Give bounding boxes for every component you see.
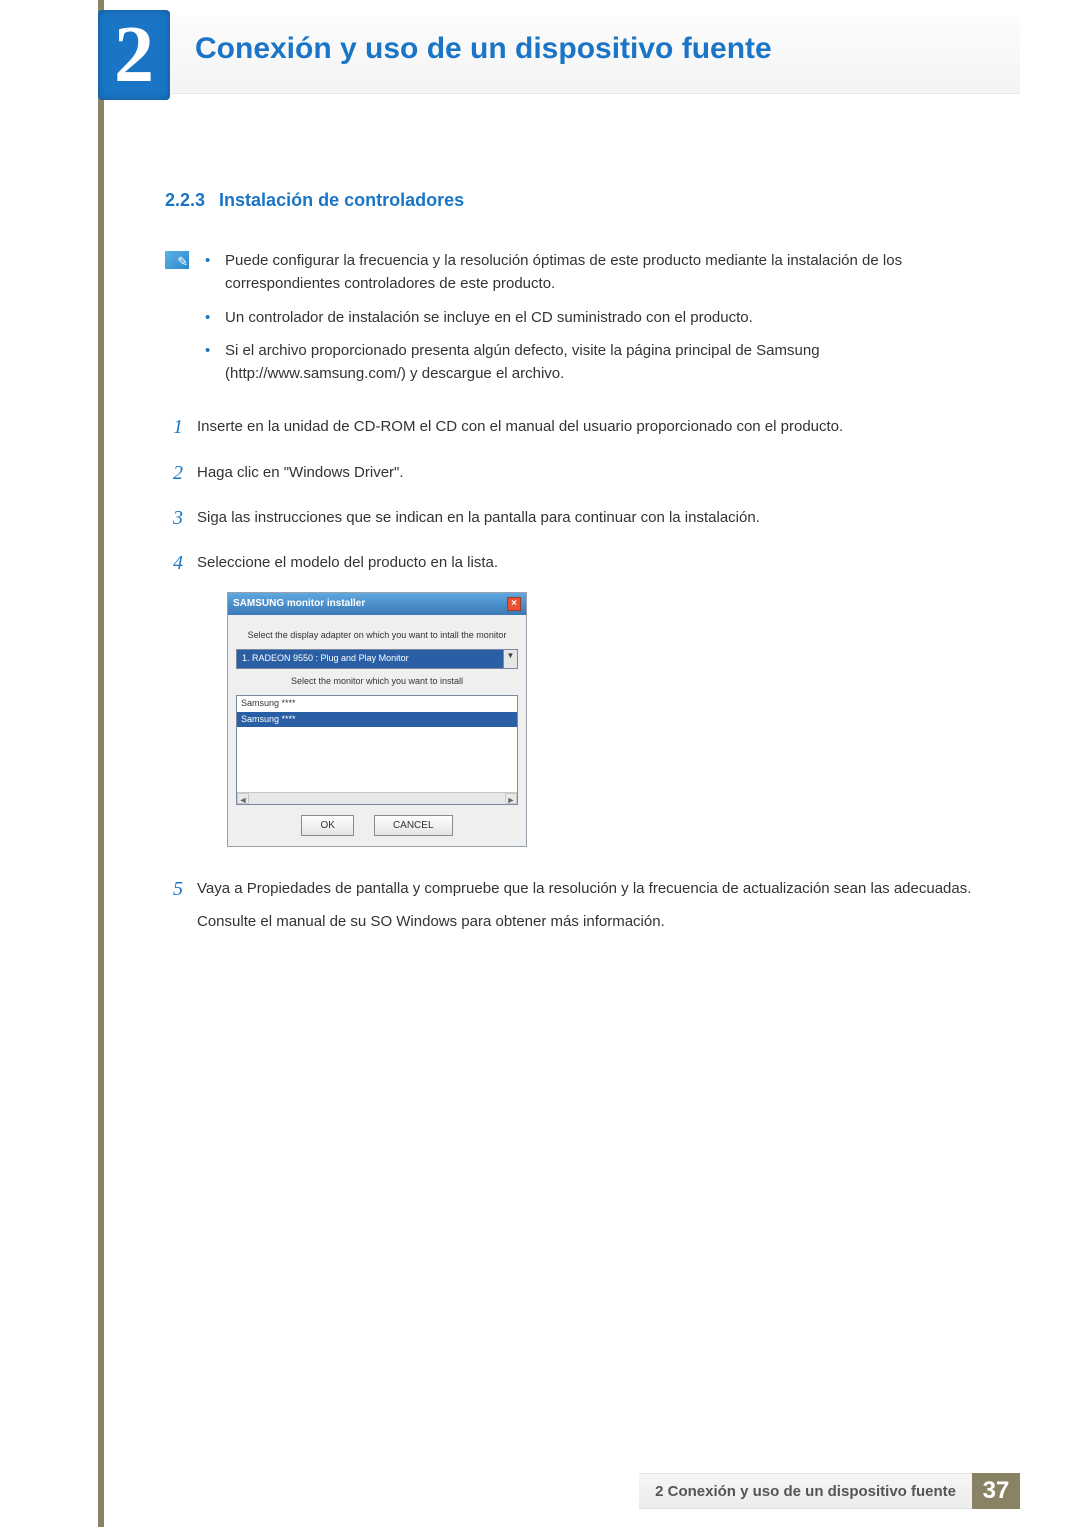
page-number: 37 — [972, 1473, 1020, 1509]
note-item: Si el archivo proporcionado presenta alg… — [205, 339, 1000, 386]
step-item: 2 Haga clic en "Windows Driver". — [165, 461, 1000, 494]
step-number: 5 — [165, 877, 183, 944]
ok-button[interactable]: OK — [301, 815, 353, 837]
chapter-title: Conexión y uso de un dispositivo fuente — [195, 32, 772, 66]
chevron-down-icon[interactable]: ▼ — [503, 650, 517, 668]
note-item: Puede configurar la frecuencia y la reso… — [205, 249, 1000, 296]
scroll-left-icon[interactable]: ◄ — [237, 793, 249, 804]
dialog-body: Select the display adapter on which you … — [228, 615, 526, 846]
list-item[interactable]: Samsung **** — [237, 696, 517, 712]
dialog-label-adapter: Select the display adapter on which you … — [236, 629, 518, 643]
steps-list: 1 Inserte en la unidad de CD-ROM el CD c… — [165, 415, 1000, 943]
list-item[interactable]: Samsung **** — [237, 712, 517, 728]
content-area: 2.2.3 Instalación de controladores Puede… — [165, 190, 1000, 956]
step-text: Siga las instrucciones que se indican en… — [197, 506, 760, 529]
section-title: Instalación de controladores — [219, 190, 464, 211]
step-number: 3 — [165, 506, 183, 539]
chapter-number-box: 2 — [98, 10, 170, 100]
left-stripe — [98, 0, 104, 1527]
step-number: 4 — [165, 551, 183, 865]
cancel-button[interactable]: CANCEL — [374, 815, 453, 837]
adapter-select[interactable]: 1. RADEON 9550 : Plug and Play Monitor ▼ — [236, 649, 518, 669]
dialog-titlebar: SAMSUNG monitor installer × — [228, 593, 526, 615]
page-footer: 2 Conexión y uso de un dispositivo fuent… — [639, 1473, 1020, 1509]
step-item: 4 Seleccione el modelo del producto en l… — [165, 551, 1000, 865]
note-item: Un controlador de instalación se incluye… — [205, 306, 1000, 329]
section-heading: 2.2.3 Instalación de controladores — [165, 190, 1000, 211]
step-text: Inserte en la unidad de CD-ROM el CD con… — [197, 415, 843, 438]
step-text: Haga clic en "Windows Driver". — [197, 461, 404, 484]
dialog-label-monitor: Select the monitor which you want to ins… — [236, 675, 518, 689]
footer-text: 2 Conexión y uso de un dispositivo fuent… — [639, 1473, 972, 1509]
dialog-buttons: OK CANCEL — [236, 815, 518, 837]
step-item: 3 Siga las instrucciones que se indican … — [165, 506, 1000, 539]
step-number: 2 — [165, 461, 183, 494]
section-number: 2.2.3 — [165, 190, 205, 211]
step-item: 1 Inserte en la unidad de CD-ROM el CD c… — [165, 415, 1000, 448]
step-item: 5 Vaya a Propiedades de pantalla y compr… — [165, 877, 1000, 944]
adapter-select-value: 1. RADEON 9550 : Plug and Play Monitor — [237, 650, 503, 668]
chapter-number: 2 — [114, 15, 154, 95]
step-text: Vaya a Propiedades de pantalla y comprue… — [197, 877, 971, 900]
close-icon[interactable]: × — [507, 597, 521, 611]
note-icon — [165, 251, 189, 269]
step-extra-text: Consulte el manual de su SO Windows para… — [197, 910, 971, 933]
dialog-title: SAMSUNG monitor installer — [233, 596, 365, 612]
scroll-right-icon[interactable]: ► — [505, 793, 517, 804]
installer-dialog: SAMSUNG monitor installer × Select the d… — [227, 592, 527, 847]
step-number: 1 — [165, 415, 183, 448]
installer-dialog-wrap: SAMSUNG monitor installer × Select the d… — [227, 592, 527, 847]
note-block: Puede configurar la frecuencia y la reso… — [165, 249, 1000, 395]
monitor-list[interactable]: Samsung **** Samsung **** ◄ ► — [236, 695, 518, 805]
horizontal-scrollbar[interactable]: ◄ ► — [237, 792, 517, 804]
step-text: Seleccione el modelo del producto en la … — [197, 551, 527, 574]
note-list: Puede configurar la frecuencia y la reso… — [205, 249, 1000, 395]
